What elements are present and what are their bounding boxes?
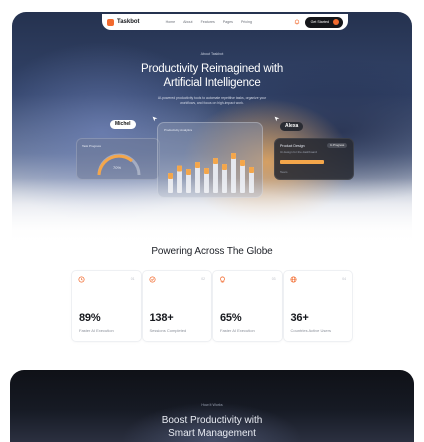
how-it-works-title: Boost Productivity with Smart Management (10, 414, 414, 440)
chart-bar-cap (222, 164, 227, 170)
stat-value: 89% (79, 312, 101, 324)
cursor-tag-michel: Michel (110, 120, 136, 129)
project-card: Product Design In Progress Ui design for… (274, 138, 354, 180)
stat-card: 02 138+ Sessions Completed (142, 271, 211, 341)
project-title: Product Design (280, 144, 305, 148)
nav-link-features[interactable]: Features (201, 20, 215, 24)
nav-links: Home About Features Pages Pricing (166, 20, 252, 24)
brand-logo[interactable]: Taskbot (107, 18, 140, 26)
stat-card: 03 65% Faster AI Execution (213, 271, 282, 341)
project-footer: Team (280, 170, 288, 174)
project-subtitle: Ui design for the dashboard (280, 150, 317, 154)
nav-link-pricing[interactable]: Pricing (241, 20, 252, 24)
project-progress-bar (280, 160, 324, 164)
analytics-title: Productivity Analytics (164, 128, 193, 132)
chart-bar-cap (177, 165, 182, 172)
hero-title: Productivity Reimagined with Artificial … (12, 62, 412, 90)
hero-title-line1: Productivity Reimagined with (140, 63, 284, 75)
check-circle-icon (148, 276, 156, 283)
project-status-badge: In Progress (327, 143, 348, 148)
stat-value: 36+ (290, 312, 309, 324)
chart-bar-cap (240, 160, 245, 166)
cursor-icon (152, 116, 158, 122)
arrow-icon (333, 19, 339, 25)
hero-kicker: About Taskbot (200, 52, 224, 56)
stats-grid: 01 89% Faster AI Execution 02 138+ Sessi… (72, 271, 352, 341)
bell-icon[interactable] (294, 19, 300, 25)
stat-index: 04 (342, 277, 346, 281)
get-started-label: Get Started (310, 20, 329, 24)
brand-mark-icon (107, 18, 114, 26)
progress-gauge (97, 153, 141, 176)
stat-index: 02 (201, 277, 205, 281)
hero-section: Taskbot Home About Features Pages Pricin… (12, 12, 412, 248)
nav-link-home[interactable]: Home (166, 20, 176, 24)
landing-page: Taskbot Home About Features Pages Pricin… (0, 0, 424, 442)
stat-card: 01 89% Faster AI Execution (72, 271, 141, 341)
stat-card: 04 36+ Countries Active Users (283, 271, 352, 341)
stat-label: Faster AI Execution (220, 328, 255, 333)
nav-link-pages[interactable]: Pages (223, 20, 233, 24)
hero-title-line2: Artificial Intelligence (163, 77, 261, 89)
stat-value: 138+ (149, 312, 174, 324)
chart-bar-cap (249, 167, 254, 173)
hero-description: AI-powered productivity tools to automat… (157, 96, 267, 105)
nav-actions: Get Started (294, 16, 343, 28)
stat-label: Faster AI Execution (79, 328, 114, 333)
how-it-works-section: How It Works Boost Productivity with Sma… (10, 370, 414, 442)
task-progress-title: Task Progress (82, 144, 102, 148)
brand-name: Taskbot (117, 19, 140, 25)
chart-bar-cap (231, 153, 236, 159)
hero-fade (12, 178, 412, 248)
task-progress-value: 70% (113, 165, 122, 170)
stat-label: Sessions Completed (149, 328, 187, 333)
stat-index: 03 (271, 277, 276, 281)
get-started-button[interactable]: Get Started (304, 16, 343, 28)
chart-bar-cap (186, 169, 191, 175)
bulb-icon (220, 276, 225, 283)
how-it-works-title-line1: Boost Productivity with (161, 415, 263, 426)
stat-value: 65% (220, 312, 242, 324)
chart-bar-cap (204, 168, 209, 174)
stat-index: 01 (130, 277, 135, 281)
chart-bar-cap (195, 162, 200, 168)
stats-title: Powering Across The Globe (151, 246, 273, 257)
cursor-tag-alexa: Alexa (280, 122, 304, 131)
cursor-icon (274, 116, 280, 122)
stat-label: Countries Active Users (290, 328, 331, 333)
how-it-works-title-line2: Smart Management (168, 428, 256, 439)
clock-icon (78, 276, 85, 283)
navbar: Taskbot Home About Features Pages Pricin… (102, 14, 348, 30)
nav-link-about[interactable]: About (183, 20, 192, 24)
task-progress-card: Task Progress 70% (76, 138, 160, 180)
how-it-works-kicker: How It Works (201, 403, 223, 407)
chart-bar-cap (213, 158, 218, 164)
globe-icon (289, 276, 297, 283)
